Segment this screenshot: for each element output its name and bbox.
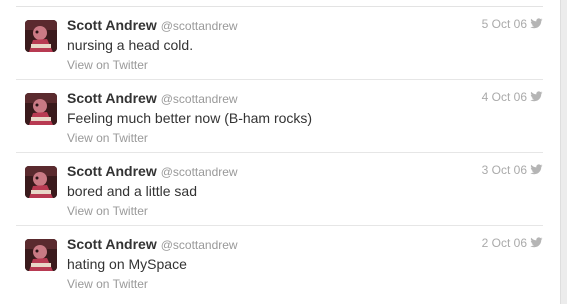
- author-name[interactable]: Scott Andrew: [67, 17, 157, 33]
- tweet-item: Scott Andrew @scottandrew 3 Oct 06 bored …: [16, 153, 543, 226]
- avatar[interactable]: [25, 93, 57, 125]
- author-name[interactable]: Scott Andrew: [67, 163, 157, 179]
- tweet-header: Scott Andrew @scottandrew: [67, 236, 543, 254]
- tweet-item: Scott Andrew @scottandrew 5 Oct 06 nursin…: [16, 7, 543, 80]
- tweet-header: Scott Andrew @scottandrew: [67, 90, 543, 108]
- twitter-bird-icon: [530, 18, 543, 29]
- tweet-text: nursing a head cold.: [67, 37, 194, 53]
- view-on-twitter-link[interactable]: View on Twitter: [67, 277, 148, 291]
- tweet-text: Feeling much better now (B-ham rocks): [67, 110, 313, 126]
- tweet-timeline: Scott Andrew @scottandrew 5 Oct 06 nursin…: [0, 0, 567, 304]
- author-handle[interactable]: @scottandrew: [161, 92, 238, 106]
- view-on-twitter-link[interactable]: View on Twitter: [67, 204, 148, 218]
- tweet-item: Scott Andrew @scottandrew 2 Oct 06 hating…: [16, 226, 543, 299]
- tweet-item: Scott Andrew @scottandrew 4 Oct 06 Feelin…: [16, 80, 543, 153]
- twitter-bird-icon: [530, 164, 543, 175]
- view-on-twitter-link[interactable]: View on Twitter: [67, 131, 148, 145]
- tweet-date[interactable]: 5 Oct 06: [482, 17, 527, 31]
- tweet-date[interactable]: 3 Oct 06: [482, 163, 527, 177]
- tweet-list: Scott Andrew @scottandrew 5 Oct 06 nursin…: [16, 7, 543, 299]
- tweet-header: Scott Andrew @scottandrew: [67, 163, 543, 181]
- author-handle[interactable]: @scottandrew: [161, 238, 238, 252]
- avatar[interactable]: [25, 20, 57, 52]
- tweet-text: bored and a little sad: [67, 183, 197, 199]
- avatar[interactable]: [25, 239, 57, 271]
- author-name[interactable]: Scott Andrew: [67, 90, 157, 106]
- twitter-bird-icon: [530, 237, 543, 248]
- tweet-date[interactable]: 4 Oct 06: [482, 90, 527, 104]
- avatar[interactable]: [25, 166, 57, 198]
- view-on-twitter-link[interactable]: View on Twitter: [67, 58, 148, 72]
- author-handle[interactable]: @scottandrew: [161, 165, 238, 179]
- twitter-bird-icon: [530, 91, 543, 102]
- author-name[interactable]: Scott Andrew: [67, 236, 157, 252]
- author-handle[interactable]: @scottandrew: [161, 19, 238, 33]
- scrollbar[interactable]: [560, 0, 567, 304]
- tweet-text: hating on MySpace: [67, 256, 187, 272]
- tweet-header: Scott Andrew @scottandrew: [67, 17, 543, 35]
- tweet-date[interactable]: 2 Oct 06: [482, 236, 527, 250]
